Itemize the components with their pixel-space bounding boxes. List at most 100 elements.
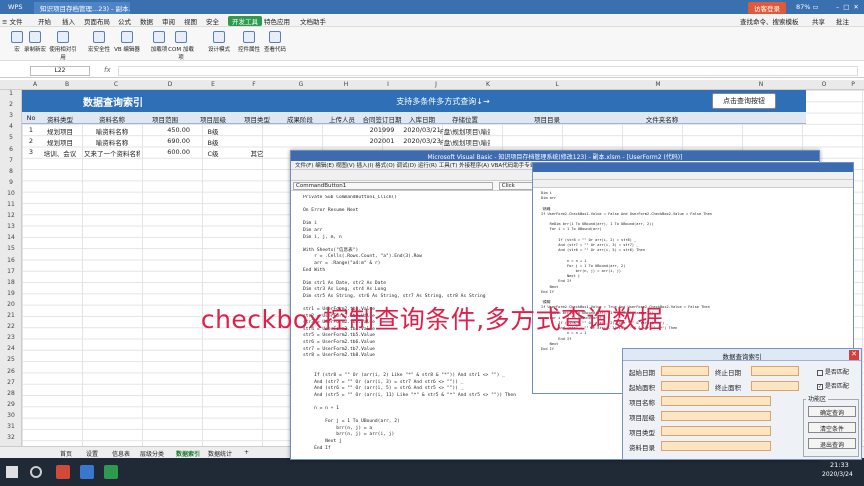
table-cell[interactable]: C级 <box>192 148 234 158</box>
column-header[interactable]: B <box>48 81 86 88</box>
checkbox-icon[interactable] <box>817 369 823 376</box>
column-header[interactable]: M <box>600 81 716 88</box>
column-header[interactable]: L <box>514 81 600 88</box>
search-icon[interactable] <box>30 466 42 478</box>
toolbar-button[interactable]: 查看代码 <box>260 29 290 59</box>
column-header[interactable]: C <box>86 81 146 88</box>
form-input[interactable] <box>661 366 709 376</box>
column-header[interactable]: G <box>276 81 326 88</box>
name-box[interactable]: L22 <box>30 66 90 76</box>
row-header[interactable]: 14 <box>0 234 22 241</box>
table-cell[interactable]: 3 <box>24 148 38 156</box>
app-taskbar-icon[interactable] <box>80 465 94 479</box>
row-header[interactable]: 4 <box>0 123 22 130</box>
table-cell[interactable]: 1 <box>24 126 38 134</box>
menu-item[interactable]: 特色应用 <box>264 16 290 26</box>
checkbox-fuzzy[interactable]: 是否匹配 <box>817 367 849 376</box>
form-input[interactable] <box>661 381 709 391</box>
formula-input[interactable] <box>118 66 858 76</box>
column-header[interactable]: A <box>22 81 48 88</box>
query-button[interactable]: 点击查询按钮 <box>712 93 776 109</box>
column-header[interactable]: N <box>716 81 806 88</box>
row-header[interactable]: 11 <box>0 201 22 208</box>
column-header[interactable]: K <box>462 81 514 88</box>
sheet-tab[interactable]: 层级分类 <box>140 449 164 458</box>
sheet-tab[interactable]: 信息表 <box>112 449 130 458</box>
exit-query-button[interactable]: 退出查询 <box>808 438 856 449</box>
form-input[interactable] <box>751 381 799 391</box>
menu-item[interactable]: 数据 <box>140 16 153 26</box>
toolbar-button[interactable]: 宏安全性 <box>84 29 114 59</box>
column-header[interactable]: D <box>146 81 194 88</box>
row-header[interactable]: 27 <box>0 379 22 386</box>
menu-item[interactable]: 审阅 <box>162 16 175 26</box>
row-header[interactable]: 9 <box>0 179 22 186</box>
confirm-query-button[interactable]: 确定查询 <box>808 406 856 417</box>
row-header[interactable]: 16 <box>0 257 22 264</box>
row-header[interactable]: 1 <box>0 90 22 97</box>
vbe2-toolbar[interactable] <box>533 180 853 188</box>
sheet-tab[interactable]: + <box>244 449 249 456</box>
row-header[interactable]: 6 <box>0 146 22 153</box>
table-cell[interactable]: 600.00 <box>140 148 190 156</box>
column-header[interactable]: P <box>842 81 864 88</box>
row-header[interactable]: 24 <box>0 345 22 352</box>
column-header[interactable]: E <box>194 81 232 88</box>
row-header[interactable]: 32 <box>0 434 22 441</box>
table-cell[interactable]: 又来了一个资料名称 <box>84 148 140 158</box>
column-header[interactable]: F <box>232 81 276 88</box>
row-header[interactable]: 7 <box>0 157 22 164</box>
row-header[interactable]: 2 <box>0 101 22 108</box>
row-header[interactable]: 25 <box>0 356 22 363</box>
table-cell[interactable]: 喻资料名称 <box>84 137 140 147</box>
row-header[interactable]: 28 <box>0 390 22 397</box>
menu-comment[interactable]: 批注 <box>836 16 849 26</box>
clear-conditions-button[interactable]: 清空条件 <box>808 422 856 433</box>
table-cell[interactable]: 201999 <box>362 126 402 134</box>
toolbar-button[interactable]: 录制新宏 <box>20 29 50 59</box>
table-cell[interactable]: 2 <box>24 137 38 145</box>
form-input[interactable] <box>661 411 771 421</box>
table-cell[interactable]: 202001 <box>362 137 402 145</box>
app-name[interactable]: WPS <box>2 2 28 14</box>
excel-taskbar-icon[interactable] <box>104 465 118 479</box>
column-header[interactable]: I <box>366 81 410 88</box>
userform-dialog[interactable]: 数据查询索引 ✕ 功能区 确定查询 清空条件 退出查询 是否匹配 ✓ 是否匹配 … <box>622 348 862 460</box>
sheet-tab[interactable]: 数据索引 <box>176 449 200 458</box>
menu-item[interactable]: 开发工具 <box>228 16 262 26</box>
table-cell[interactable]: F盘\规划项目\喻资料名称 <box>440 126 490 136</box>
form-input[interactable] <box>661 441 771 451</box>
form-input[interactable] <box>661 426 771 436</box>
column-header[interactable]: J <box>410 81 462 88</box>
menu-item[interactable]: 开始 <box>38 16 51 26</box>
row-header[interactable]: 26 <box>0 368 22 375</box>
table-cell[interactable]: 2020/03/23 <box>402 137 442 145</box>
menu-item[interactable]: 插入 <box>62 16 75 26</box>
menu-item[interactable]: ≡ 文件 <box>2 16 23 26</box>
menu-item[interactable]: 页面布局 <box>84 16 110 26</box>
table-cell[interactable]: 450.00 <box>140 126 190 134</box>
document-tab[interactable]: 知识项目存档管理...23) - 副本.xlsm <box>34 2 130 14</box>
column-header[interactable]: O <box>806 81 842 88</box>
window-controls[interactable]: 87% ▭ <box>790 2 825 14</box>
form-input[interactable] <box>751 366 799 376</box>
menu-item[interactable]: 文档助手 <box>300 16 326 26</box>
table-cell[interactable]: 规划项目 <box>40 137 80 147</box>
sheet-tab[interactable]: 设置 <box>86 449 98 458</box>
toolbar-button[interactable]: 设计模式 <box>204 29 234 59</box>
row-header[interactable]: 17 <box>0 268 22 275</box>
wps-taskbar-icon[interactable] <box>56 465 70 479</box>
row-header[interactable]: 31 <box>0 423 22 430</box>
row-header[interactable]: 18 <box>0 279 22 286</box>
table-cell[interactable]: 2020/03/21 <box>402 126 442 134</box>
sheet-tab[interactable]: 数据统计 <box>208 449 232 458</box>
fx-icon[interactable]: fx <box>104 66 111 74</box>
row-header[interactable]: 12 <box>0 212 22 219</box>
object-combo[interactable]: CommandButton1 <box>293 182 493 190</box>
table-cell[interactable]: 规划项目 <box>40 126 80 136</box>
column-header[interactable]: H <box>326 81 366 88</box>
checkbox-checked-icon[interactable]: ✓ <box>817 383 823 390</box>
menu-item[interactable]: 视图 <box>184 16 197 26</box>
table-cell[interactable]: B级 <box>192 137 234 147</box>
close-icon[interactable]: ✕ <box>849 350 859 360</box>
